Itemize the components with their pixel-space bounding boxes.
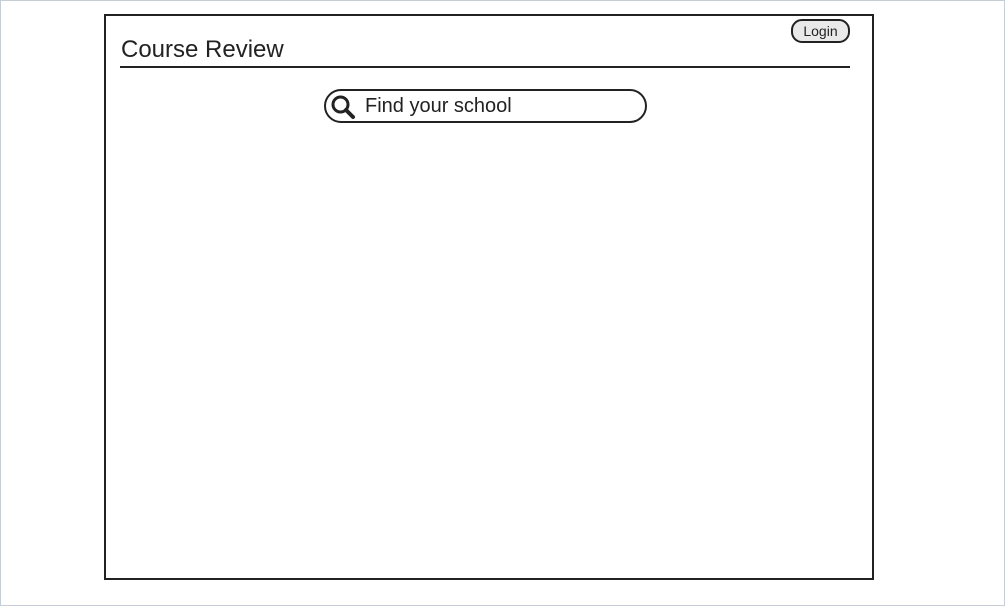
canvas-background: Login Course Review Find your school [0, 0, 1005, 606]
page-title: Course Review [121, 36, 284, 63]
wireframe-window: Login Course Review Find your school [104, 14, 874, 580]
search-placeholder: Find your school [365, 95, 512, 117]
header-divider [120, 66, 850, 68]
search-icon [330, 94, 356, 120]
login-button[interactable]: Login [791, 19, 850, 43]
search-input[interactable]: Find your school [324, 89, 647, 123]
